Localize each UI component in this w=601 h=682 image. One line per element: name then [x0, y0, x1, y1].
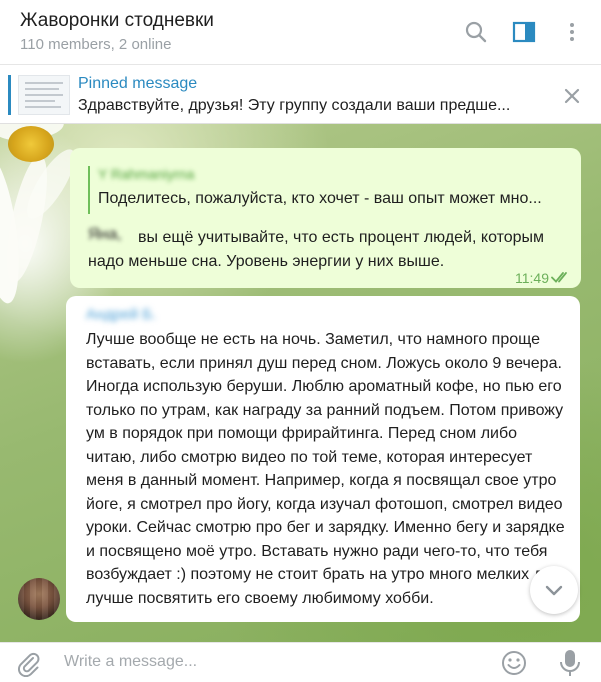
close-pinned-button[interactable] [558, 82, 586, 110]
outgoing-message[interactable]: Y Rahmaniyrna Поделитесь, пожалуйста, кт… [70, 148, 581, 288]
chat-subtitle[interactable]: 110 members, 2 online [20, 36, 171, 53]
chat-header: Жаворонки стодневки 110 members, 2 onlin… [0, 0, 601, 64]
incoming-message[interactable]: Андрей Б. Лучше вообще не есть на ночь. … [66, 296, 580, 622]
close-icon [564, 88, 580, 104]
sender-avatar[interactable] [18, 578, 60, 620]
reply-author[interactable]: Y Rahmaniyrna [98, 166, 194, 182]
search-icon[interactable] [462, 18, 490, 46]
chat-title[interactable]: Жаворонки стодневки [20, 10, 214, 32]
attach-button[interactable] [14, 649, 42, 678]
reply-preview[interactable]: Поделитесь, пожалуйста, кто хочет - ваш … [98, 190, 563, 208]
read-checks-icon [551, 272, 567, 283]
message-text: вы ещё учитывайте, что есть процент люде… [88, 229, 545, 270]
sidebar-toggle-icon[interactable] [510, 18, 538, 46]
chevron-down-icon [545, 585, 563, 596]
message-text: Лучше вообще не есть на ночь. Заметил, ч… [86, 331, 566, 607]
reply-accent-bar [88, 166, 90, 214]
message-composer: Write a message... [0, 642, 601, 682]
pinned-accent-bar [8, 75, 11, 115]
pinned-text: Здравствуйте, друзья! Эту группу создали… [78, 97, 511, 114]
pinned-thumbnail [18, 75, 70, 115]
voice-record-button[interactable] [556, 647, 584, 679]
microphone-icon [560, 650, 580, 676]
message-input[interactable]: Write a message... [64, 653, 197, 671]
paperclip-icon [18, 652, 40, 678]
more-vertical-icon[interactable] [558, 18, 586, 46]
message-time: 11:49 [515, 270, 549, 286]
pinned-message-bar[interactable]: Pinned message Здравствуйте, друзья! Эту… [0, 64, 601, 124]
scroll-down-button[interactable] [530, 566, 578, 614]
emoji-button[interactable] [500, 649, 528, 677]
chat-area[interactable]: Y Rahmaniyrna Поделитесь, пожалуйста, кт… [0, 124, 601, 642]
emoji-icon [502, 651, 526, 675]
pinned-label: Pinned message [78, 75, 198, 92]
sender-name[interactable]: Андрей Б. [86, 306, 156, 323]
